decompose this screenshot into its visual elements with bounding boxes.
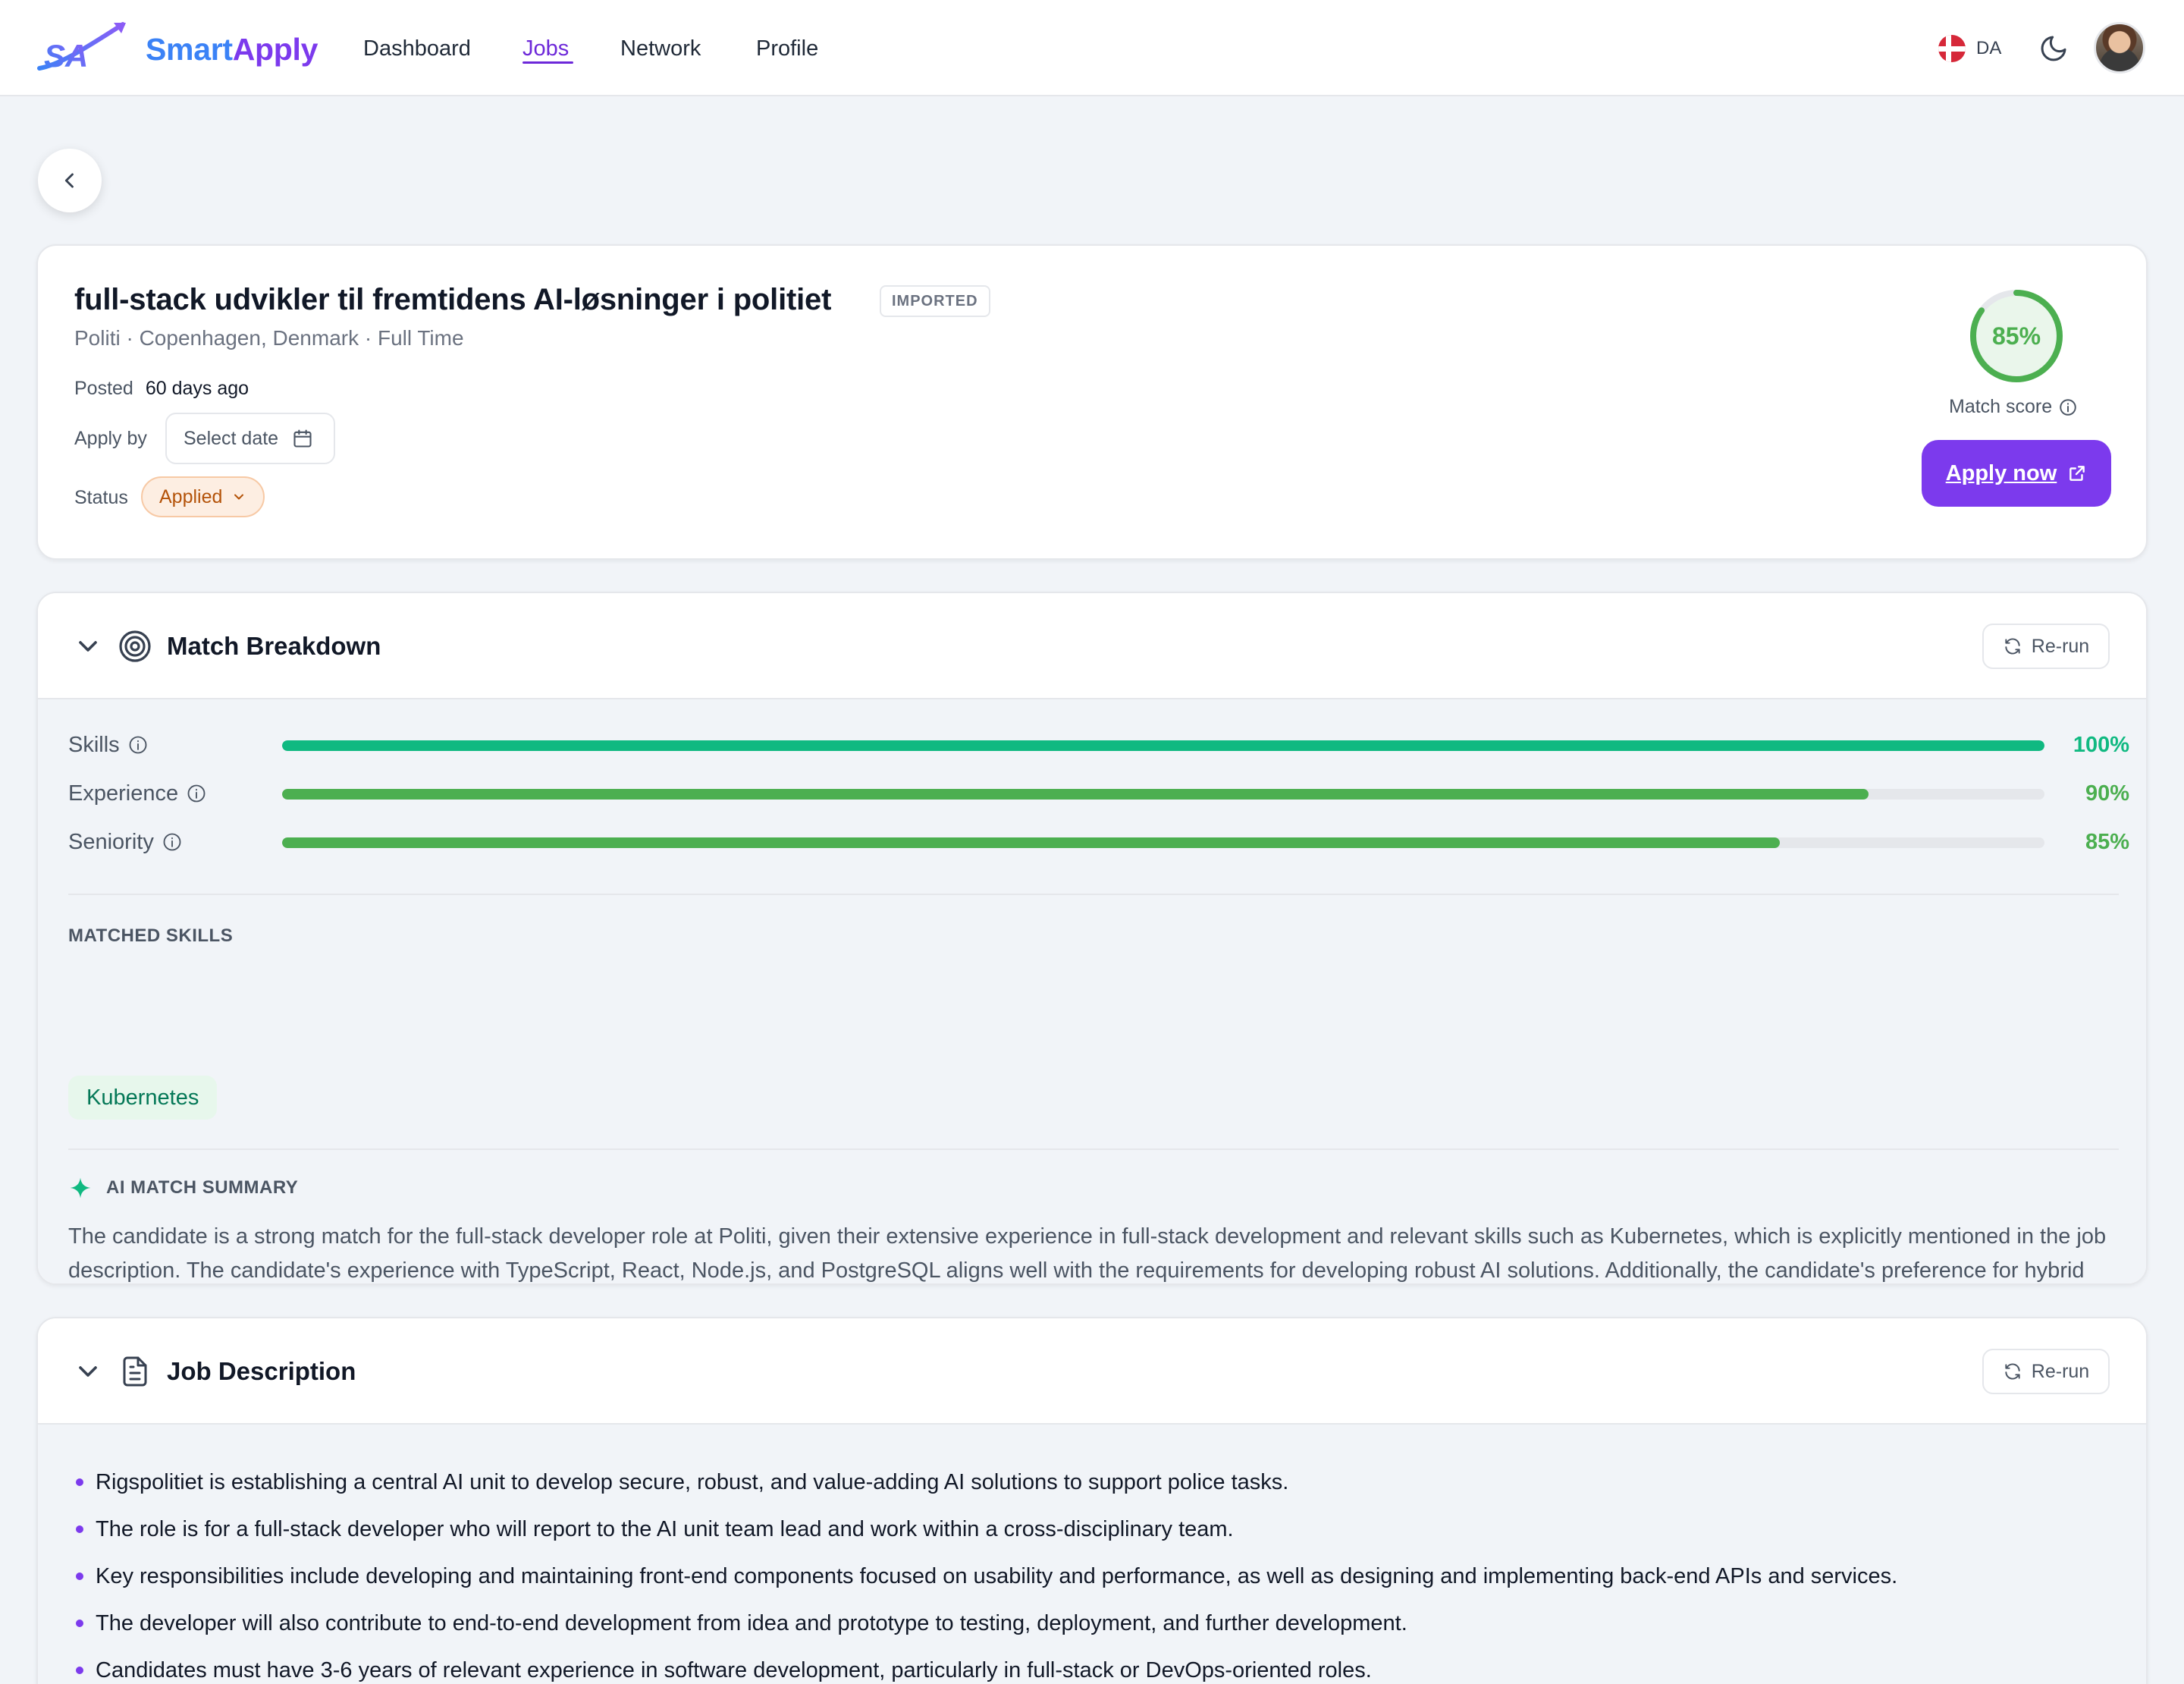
status-value: Applied <box>159 485 223 507</box>
description-rerun-button[interactable]: Re-run <box>1982 1349 2110 1394</box>
chevron-down-icon[interactable] <box>73 1356 103 1387</box>
danish-flag-icon <box>1938 35 1966 62</box>
metric-seniority-fill <box>282 837 1781 848</box>
info-icon[interactable] <box>186 783 207 804</box>
ai-summary-text: The candidate is a strong match for the … <box>68 1224 2107 1283</box>
job-header-card: full-stack udvikler til fremtidens AI-lø… <box>36 244 2148 560</box>
chevron-down-icon <box>234 494 244 500</box>
nav-network[interactable]: Network <box>620 35 701 62</box>
list-item: Rigspolitiet is establishing a central A… <box>74 1467 2114 1497</box>
list-item: The role is for a full-stack developer w… <box>74 1514 2114 1544</box>
metric-experience-label-row: Experience <box>68 780 207 807</box>
back-button[interactable] <box>38 149 102 212</box>
external-link-icon <box>2069 466 2085 481</box>
metric-skills-percent: 100% <box>2073 733 2129 757</box>
job-description-body: Rigspolitiet is establishing a central A… <box>38 1425 2146 1684</box>
job-title: full-stack udvikler til fremtidens AI-lø… <box>74 283 832 316</box>
status-dropdown[interactable]: Applied <box>141 476 265 517</box>
match-breakdown-card: Match Breakdown Re-run Skills 100% Exper… <box>36 592 2148 1285</box>
info-icon[interactable] <box>127 734 149 756</box>
posted-row: Posted 60 days ago <box>74 376 249 401</box>
apply-by-label: Apply by <box>74 428 147 449</box>
brand-name-part1: Smart <box>146 32 233 67</box>
nav-profile[interactable]: Profile <box>756 35 818 62</box>
job-description-card: Job Description Re-run Rigspolitiet is e… <box>36 1317 2148 1684</box>
metric-skills-fill <box>282 740 2044 751</box>
list-item: Key responsibilities include developing … <box>74 1561 2114 1591</box>
document-icon <box>123 1356 147 1387</box>
metric-skills-label: Skills <box>68 733 120 757</box>
apply-now-button[interactable]: Apply now <box>1922 440 2111 507</box>
apply-by-date-picker[interactable]: Select date <box>165 413 335 464</box>
nav-dashboard[interactable]: Dashboard <box>363 35 471 62</box>
brand-name-part2: Apply <box>232 32 318 67</box>
matched-skills-heading: MATCHED SKILLS <box>68 925 234 946</box>
match-score-value: 85% <box>1991 322 2041 350</box>
info-icon[interactable] <box>2058 397 2078 417</box>
info-icon[interactable] <box>162 831 183 853</box>
status-label: Status <box>74 487 128 508</box>
job-description-title: Job Description <box>167 1357 356 1385</box>
language-code: DA <box>1976 38 2002 58</box>
calendar-icon <box>293 429 312 448</box>
metric-experience-fill <box>282 789 1869 800</box>
brand-name[interactable]: SmartApply <box>146 30 318 68</box>
job-company-location-type: Politi · Copenhagen, Denmark · Full Time <box>74 326 464 350</box>
chevron-down-icon[interactable] <box>73 631 103 661</box>
ai-summary-heading: AI MATCH SUMMARY <box>106 1177 299 1198</box>
chevron-left-icon <box>64 173 74 188</box>
metric-skills-label-row: Skills <box>68 731 149 759</box>
imported-badge: IMPORTED <box>880 285 990 317</box>
match-breakdown-body: Skills 100% Experience 90% Seniority 85%… <box>38 699 2146 1283</box>
metric-experience-percent: 90% <box>2085 781 2129 806</box>
job-description-header[interactable]: Job Description Re-run <box>38 1318 2146 1425</box>
match-rerun-button[interactable]: Re-run <box>1982 624 2110 669</box>
list-item: Candidates must have 3-6 years of releva… <box>74 1655 2114 1684</box>
match-breakdown-title: Match Breakdown <box>167 632 381 660</box>
apply-now-label: Apply now <box>1945 460 2057 485</box>
ai-summary-heading-row: AI MATCH SUMMARY <box>68 1176 298 1200</box>
svg-text:SA: SA <box>44 38 88 74</box>
metric-seniority-label: Seniority <box>68 830 154 854</box>
metric-skills-bar <box>282 740 2044 751</box>
smartapply-logo-icon[interactable]: SA <box>35 21 127 79</box>
refresh-icon <box>2005 1363 2020 1380</box>
user-avatar[interactable] <box>2094 22 2145 74</box>
metric-seniority-label-row: Seniority <box>68 828 183 856</box>
sparkle-icon <box>70 1177 91 1199</box>
language-switcher[interactable]: DA <box>1938 33 2001 64</box>
match-score-label: Match score <box>1949 396 2053 417</box>
rerun-label: Re-run <box>2031 1360 2090 1382</box>
moon-icon[interactable] <box>2038 33 2069 64</box>
metric-seniority-percent: 85% <box>2085 830 2129 854</box>
metric-seniority-bar <box>282 837 2044 848</box>
posted-value: 60 days ago <box>145 378 249 399</box>
top-navigation-bar: SA SmartApply Dashboard Jobs Network Pro… <box>0 0 2184 96</box>
match-breakdown-header[interactable]: Match Breakdown Re-run <box>38 593 2146 699</box>
divider <box>68 894 2119 895</box>
target-icon <box>119 630 151 662</box>
metric-experience-label: Experience <box>68 781 179 806</box>
skill-chip-kubernetes: Kubernetes <box>68 1076 218 1120</box>
metric-experience-bar <box>282 789 2044 800</box>
nav-active-indicator <box>522 61 573 64</box>
posted-label: Posted <box>74 378 133 399</box>
divider <box>68 1148 2119 1150</box>
job-description-list: Rigspolitiet is establishing a central A… <box>74 1467 2114 1684</box>
nav-jobs[interactable]: Jobs <box>522 35 569 62</box>
refresh-icon <box>2005 638 2020 655</box>
match-score-label-row: Match score <box>1949 396 2078 418</box>
apply-by-placeholder: Select date <box>184 427 279 449</box>
rerun-label: Re-run <box>2031 635 2090 657</box>
list-item: The developer will also contribute to en… <box>74 1608 2114 1638</box>
